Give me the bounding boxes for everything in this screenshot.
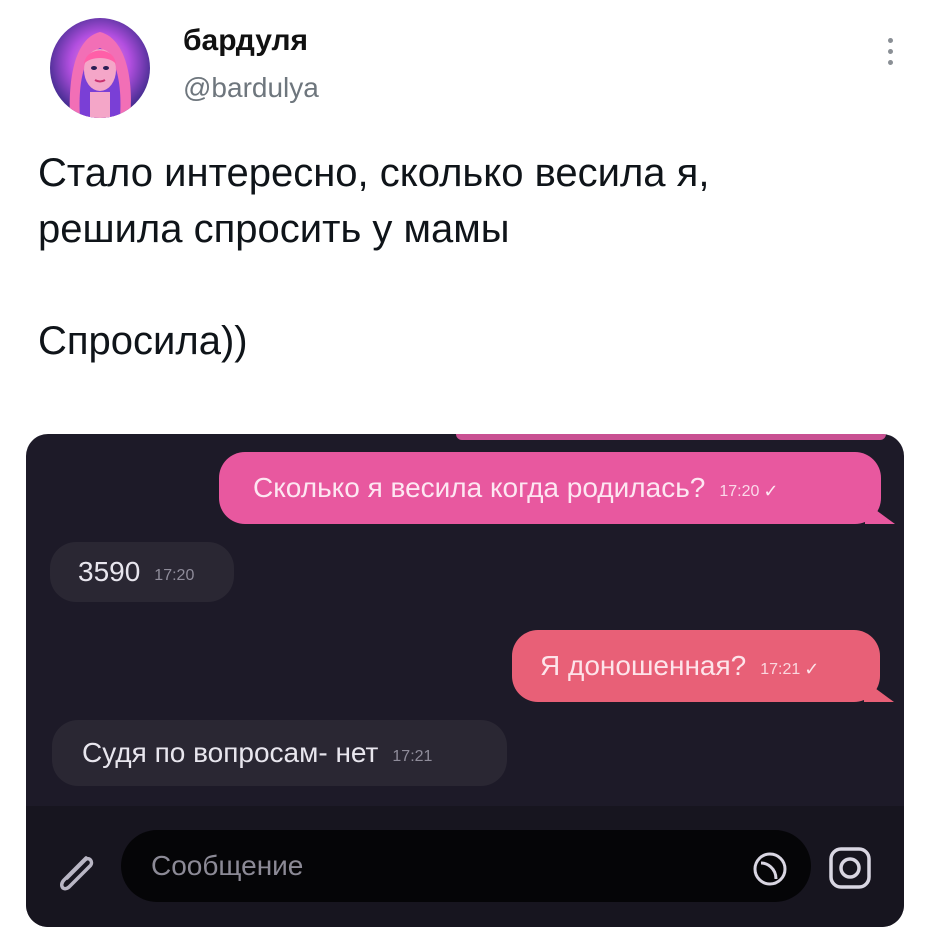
tweet-text-line: Спросила)) (38, 319, 248, 363)
incoming-message[interactable]: 3590 17:20 (50, 542, 234, 602)
read-check-icon: ✓ (763, 480, 779, 501)
display-name[interactable]: бардуля (183, 24, 308, 58)
avatar[interactable] (50, 18, 150, 118)
message-time: 17:21 (760, 661, 801, 678)
message-time: 17:20 (719, 483, 760, 500)
chat-screenshot: Сколько я весила когда родилась? 17:20 ✓… (26, 434, 904, 927)
avatar-portrait-icon (69, 32, 131, 118)
message-composer (26, 806, 904, 927)
more-vertical-icon[interactable] (880, 38, 900, 78)
tweet-text-line: Стало интересно, сколько весила я, (38, 151, 710, 195)
sticker-icon[interactable] (751, 850, 789, 888)
message-text: 3590 (78, 556, 141, 587)
camera-icon[interactable] (826, 844, 874, 892)
user-handle[interactable]: @bardulya (183, 72, 319, 104)
message-text: Я доношенная? (540, 650, 747, 681)
message-time: 17:20 (154, 567, 195, 584)
message-input[interactable] (121, 830, 811, 902)
outgoing-message[interactable]: Сколько я весила когда родилась? 17:20 ✓ (219, 452, 881, 524)
read-check-icon: ✓ (804, 658, 820, 679)
tweet-text-line: решила спросить у мамы (38, 207, 510, 251)
outgoing-message[interactable]: Я доношенная? 17:21 ✓ (512, 630, 880, 702)
message-text: Судя по вопросам- нет (82, 737, 379, 768)
message-text: Сколько я весила когда родилась? (253, 472, 706, 503)
message-time: 17:21 (392, 748, 433, 765)
previous-message-edge (456, 434, 886, 440)
tweet-header: бардуля @bardulya (20, 8, 910, 118)
incoming-message[interactable]: Судя по вопросам- нет 17:21 (52, 720, 507, 786)
paperclip-icon[interactable] (48, 844, 104, 900)
tweet-text: Стало интересно, сколько весила я, решил… (38, 145, 898, 369)
